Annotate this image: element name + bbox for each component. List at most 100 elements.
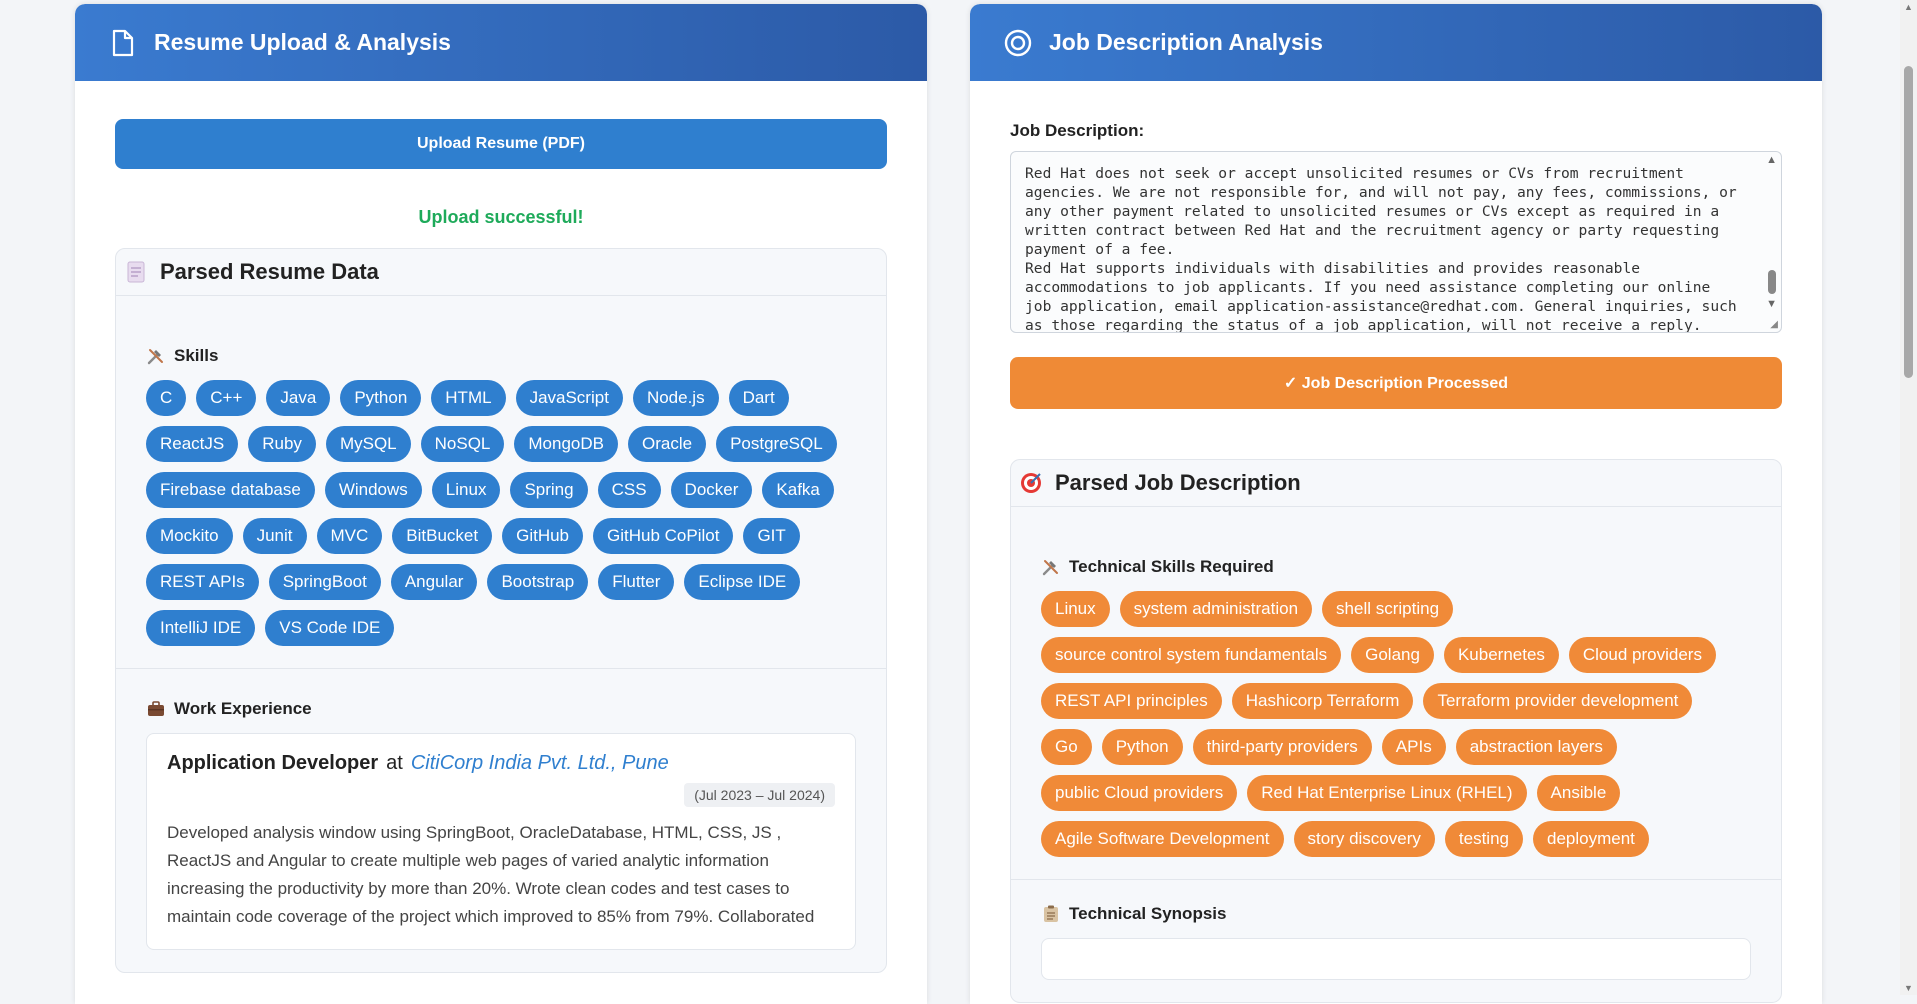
jd-skill-tag: Agile Software Development xyxy=(1041,821,1284,857)
clipboard-icon xyxy=(1041,905,1061,923)
resume-skill-tag: CSS xyxy=(597,472,661,508)
resume-skill-tag: C xyxy=(146,380,187,416)
resume-panel: Resume Upload & Analysis Upload Resume (… xyxy=(75,4,927,1004)
synopsis-content-card xyxy=(1041,938,1751,980)
work-section: Work Experience Application Developer at C… xyxy=(116,669,886,972)
jd-skill-tag: public Cloud providers xyxy=(1041,775,1238,811)
resume-skill-tag: NoSQL xyxy=(420,426,505,462)
resume-skill-tag: C++ xyxy=(196,380,257,416)
job-description: Developed analysis window using SpringBo… xyxy=(167,823,815,926)
resume-skill-tag: BitBucket xyxy=(392,518,493,554)
jd-processed-button[interactable]: ✓ Job Description Processed xyxy=(1010,357,1782,409)
jd-scroll-thumb[interactable] xyxy=(1768,270,1776,294)
page-scroll-up-icon[interactable]: ▲ xyxy=(1904,2,1913,12)
resume-skill-tag: Docker xyxy=(670,472,753,508)
synopsis-title-row: Technical Synopsis xyxy=(1041,904,1751,924)
jd-panel-title: Job Description Analysis xyxy=(1049,29,1323,55)
resume-skill-tag: MySQL xyxy=(325,426,411,462)
parsed-jd-card: Parsed Job Description Technical Skills … xyxy=(1010,459,1782,1003)
resume-skill-tag: Kafka xyxy=(762,472,834,508)
synopsis-title: Technical Synopsis xyxy=(1069,904,1227,923)
jd-skill-tag: story discovery xyxy=(1293,821,1435,857)
jd-skill-tag: source control system fundamentals xyxy=(1041,637,1342,673)
job-dates: (Jul 2023 – Jul 2024) xyxy=(684,783,835,807)
resume-skill-tag: Firebase database xyxy=(146,472,315,508)
jd-skill-tag: Red Hat Enterprise Linux (RHEL) xyxy=(1247,775,1527,811)
tech-skills-section: Technical Skills Required Linux system ad… xyxy=(1011,507,1781,880)
jd-skill-tag: Linux xyxy=(1041,591,1110,627)
page-icon xyxy=(124,260,148,284)
job-at: at xyxy=(386,752,403,774)
jd-skill-tag: abstraction layers xyxy=(1455,729,1617,765)
resume-panel-header: Resume Upload & Analysis xyxy=(75,4,927,81)
tech-skills-title: Technical Skills Required xyxy=(1069,557,1274,576)
tech-skills-title-row: Technical Skills Required xyxy=(1041,557,1751,577)
parsed-resume-title: Parsed Resume Data xyxy=(160,259,379,284)
resume-skill-tag: Junit xyxy=(242,518,307,554)
upload-resume-button[interactable]: Upload Resume (PDF) xyxy=(115,119,887,169)
resume-skill-tag: GitHub CoPilot xyxy=(593,518,734,554)
job-title: Application Developer xyxy=(167,752,379,774)
resume-skill-tag: Angular xyxy=(390,564,478,600)
jd-skill-tag: Cloud providers xyxy=(1568,637,1716,673)
resume-skill-tag: ReactJS xyxy=(146,426,239,462)
resume-skill-tag: Spring xyxy=(510,472,588,508)
skills-title-row: Skills xyxy=(146,346,856,366)
page-scrollbar[interactable]: ▲ ▼ xyxy=(1900,0,1917,995)
resume-skill-tag: MongoDB xyxy=(514,426,618,462)
resume-skill-tag: IntelliJ IDE xyxy=(146,610,256,646)
page-scroll-thumb[interactable] xyxy=(1904,66,1913,378)
page-scroll-down-icon[interactable]: ▼ xyxy=(1904,983,1913,993)
job-company: CitiCorp India Pvt. Ltd., Pune xyxy=(410,752,669,774)
resume-skill-tag: JavaScript xyxy=(515,380,623,416)
resume-skill-tag: Eclipse IDE xyxy=(684,564,801,600)
resize-handle-icon[interactable]: ◢ xyxy=(1770,319,1778,330)
resume-skill-tags: C C++ Java Python HTML JavaScript Node.js Dart R… xyxy=(146,380,856,646)
resume-skill-tag: GitHub xyxy=(502,518,584,554)
jd-textarea[interactable]: Red Hat does not seek or accept unsolici… xyxy=(1010,151,1782,333)
job-entry: Application Developer at CitiCorp India Pv… xyxy=(146,733,856,950)
resume-skill-tag: Windows xyxy=(324,472,422,508)
jd-skill-tag: Go xyxy=(1041,729,1092,765)
jd-skill-tag: Python xyxy=(1101,729,1183,765)
resume-skill-tag: MVC xyxy=(316,518,383,554)
jd-skill-tag: Terraform provider development xyxy=(1423,683,1693,719)
jd-label: Job Description: xyxy=(1010,121,1145,140)
jd-skill-tag: APIs xyxy=(1381,729,1446,765)
jd-skill-tag: deployment xyxy=(1532,821,1649,857)
resume-skill-tag: Oracle xyxy=(627,426,707,462)
tools-icon xyxy=(146,347,166,365)
jd-skill-tags: Linux system administration shell scriptin… xyxy=(1041,591,1751,857)
resume-skill-tag: Bootstrap xyxy=(487,564,589,600)
tools-icon xyxy=(1041,558,1061,576)
resume-skill-tag: Python xyxy=(340,380,422,416)
resume-skill-tag: Flutter xyxy=(598,564,675,600)
scroll-down-icon[interactable]: ▼ xyxy=(1766,298,1777,310)
jd-skill-tag: REST API principles xyxy=(1041,683,1222,719)
resume-skill-tag: PostgreSQL xyxy=(716,426,837,462)
upload-status: Upload successful! xyxy=(418,207,584,227)
parsed-jd-header: Parsed Job Description xyxy=(1011,460,1781,507)
work-title-row: Work Experience xyxy=(146,699,856,719)
resume-skill-tag: SpringBoot xyxy=(268,564,381,600)
document-icon xyxy=(108,28,138,58)
jd-skill-tag: Ansible xyxy=(1536,775,1621,811)
jd-scrollbar[interactable]: ▲ ▼ xyxy=(1763,152,1781,332)
jd-skill-tag: shell scripting xyxy=(1322,591,1454,627)
resume-skill-tag: HTML xyxy=(431,380,506,416)
resume-skill-tag: GIT xyxy=(743,518,800,554)
resume-skill-tag: Mockito xyxy=(146,518,233,554)
job-head: Application Developer at CitiCorp India Pv… xyxy=(167,752,835,775)
parsed-resume-card: Parsed Resume Data Skills C C++ Java Python… xyxy=(115,248,887,973)
parsed-jd-title: Parsed Job Description xyxy=(1055,470,1301,495)
jd-skill-tag: third-party providers xyxy=(1192,729,1372,765)
bullseye-icon xyxy=(1019,471,1043,495)
jd-skill-tag: Hashicorp Terraform xyxy=(1231,683,1414,719)
resume-panel-title: Resume Upload & Analysis xyxy=(154,29,451,55)
resume-skill-tag: Ruby xyxy=(248,426,316,462)
scroll-up-icon[interactable]: ▲ xyxy=(1766,154,1777,166)
resume-skill-tag: Java xyxy=(266,380,331,416)
jd-panel-header: Job Description Analysis xyxy=(970,4,1822,81)
resume-skill-tag: REST APIs xyxy=(146,564,259,600)
skills-section: Skills C C++ Java Python HTML JavaScript Node.… xyxy=(116,296,886,669)
